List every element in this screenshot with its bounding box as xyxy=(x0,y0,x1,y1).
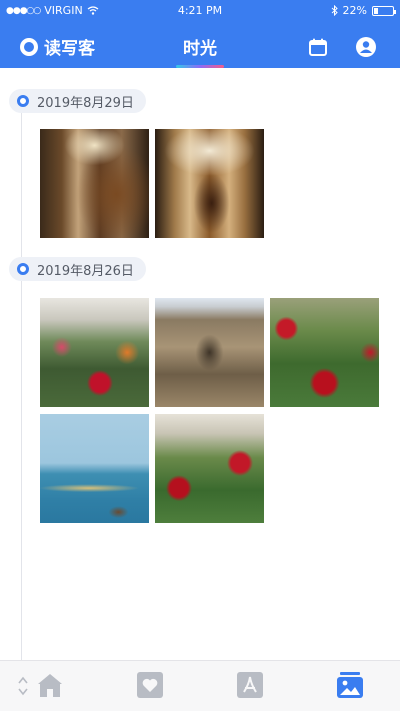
photo-rose-stall[interactable] xyxy=(155,414,264,523)
app-header: ●●●○○ VIRGIN 4:21 PM 22% 读写客 时光 xyxy=(0,0,400,68)
bluetooth-icon xyxy=(331,5,338,16)
date-header-1: 2019年8月29日 xyxy=(9,89,146,113)
nav-row: 读写客 时光 xyxy=(0,30,400,68)
page-title: 时光 xyxy=(183,39,217,59)
heart-icon[interactable] xyxy=(136,671,164,699)
calendar-icon[interactable] xyxy=(308,37,328,57)
status-bar: ●●●○○ VIRGIN 4:21 PM 22% xyxy=(0,0,400,22)
group-date: 2019年8月26日 xyxy=(37,263,134,279)
home-icon[interactable] xyxy=(36,671,64,699)
photo-flower-market[interactable] xyxy=(40,298,149,407)
photo-church-facade[interactable] xyxy=(155,298,264,407)
timeline-dot-icon xyxy=(17,263,29,275)
photo-church-ceiling[interactable] xyxy=(40,129,149,238)
title-underline xyxy=(176,65,224,68)
user-icon[interactable] xyxy=(355,36,377,58)
battery-percent: 22% xyxy=(342,4,367,17)
tab-bar xyxy=(0,660,400,711)
pdf-icon[interactable] xyxy=(236,671,264,699)
photo-church-altar[interactable] xyxy=(155,129,264,238)
chevron-updown-icon[interactable] xyxy=(18,675,28,697)
photo-sea-boats[interactable] xyxy=(40,414,149,523)
date-header-2: 2019年8月26日 xyxy=(9,257,146,281)
timeline-line xyxy=(21,112,22,660)
timeline-dot-icon xyxy=(17,95,29,107)
status-right: 22% xyxy=(331,4,396,17)
photo-red-roses[interactable] xyxy=(270,298,379,407)
battery-icon xyxy=(372,5,396,16)
gallery-icon[interactable] xyxy=(336,671,364,699)
group-date: 2019年8月29日 xyxy=(37,95,134,111)
